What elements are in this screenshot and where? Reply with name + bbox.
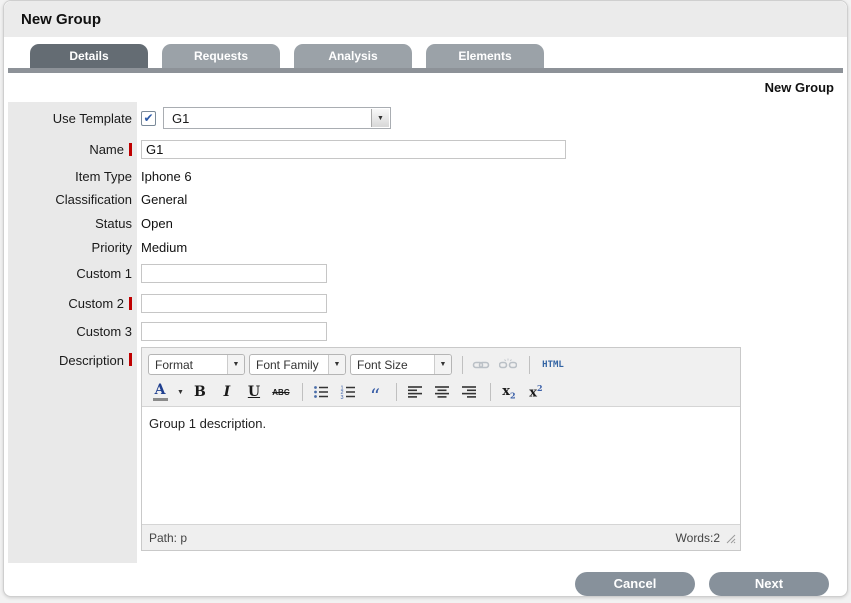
align-left-icon[interactable]	[403, 382, 427, 402]
toolbar-separator	[396, 383, 397, 401]
name-input[interactable]	[141, 140, 566, 159]
name-label: Name	[8, 134, 137, 165]
custom-3-input[interactable]	[141, 322, 327, 341]
resize-grip-icon[interactable]	[724, 532, 736, 544]
name-row: Name	[8, 134, 843, 165]
editor-status-bar: Path: p Words:2	[142, 524, 740, 550]
superscript-icon[interactable]: x2	[524, 382, 548, 402]
page-title: New Group	[21, 11, 101, 28]
next-button[interactable]: Next	[709, 572, 829, 596]
html-source-button[interactable]: HTML	[536, 355, 570, 375]
unlink-icon[interactable]	[496, 355, 520, 375]
chevron-down-icon[interactable]: ▼	[177, 389, 184, 396]
toolbar-separator	[529, 356, 530, 374]
chevron-down-icon: ▼	[328, 355, 345, 374]
classification-label: Classification	[8, 188, 137, 211]
template-select-value: G1	[172, 111, 189, 126]
toolbar-separator	[462, 356, 463, 374]
blockquote-icon[interactable]: “	[363, 382, 387, 402]
footer-actions: Cancel Next	[4, 572, 829, 596]
tab-bar: Details Requests Analysis Elements	[30, 44, 847, 68]
custom-1-input[interactable]	[141, 264, 327, 283]
tab-elements[interactable]: Elements	[426, 44, 544, 68]
editor-path: Path: p	[149, 531, 187, 545]
custom-2-input[interactable]	[141, 294, 327, 313]
editor-toolbar: Format ▼ Font Family ▼ Font Size ▼	[142, 348, 740, 407]
description-rich-text-editor: Format ▼ Font Family ▼ Font Size ▼	[141, 347, 741, 551]
required-marker	[129, 143, 132, 156]
bold-icon[interactable]: B	[188, 382, 212, 402]
bullet-list-icon[interactable]	[309, 382, 333, 402]
numbered-list-icon[interactable]: 123	[336, 382, 360, 402]
chevron-down-icon: ▼	[227, 355, 244, 374]
priority-label: Priority	[8, 235, 137, 259]
editor-word-count: Words:2	[676, 531, 720, 545]
new-group-window: New Group Details Requests Analysis Elem…	[3, 0, 848, 597]
priority-row: Priority Medium	[8, 235, 843, 259]
tab-analysis[interactable]: Analysis	[294, 44, 412, 68]
align-center-icon[interactable]	[430, 382, 454, 402]
check-icon: ✔	[143, 112, 153, 124]
section-heading: New Group	[4, 80, 834, 96]
italic-icon[interactable]: I	[215, 382, 239, 402]
custom-2-row: Custom 2	[8, 288, 843, 318]
item-type-row: Item Type Iphone 6	[8, 165, 843, 188]
align-right-icon[interactable]	[457, 382, 481, 402]
tab-details[interactable]: Details	[30, 44, 148, 68]
required-marker	[129, 297, 132, 310]
item-type-value: Iphone 6	[141, 169, 192, 184]
classification-value: General	[141, 192, 187, 207]
required-marker	[129, 353, 132, 366]
cancel-button[interactable]: Cancel	[575, 572, 695, 596]
status-value: Open	[141, 216, 173, 231]
classification-row: Classification General	[8, 188, 843, 211]
strikethrough-icon[interactable]: ABC	[269, 382, 293, 402]
template-select[interactable]: G1 ▼	[163, 107, 391, 129]
toolbar-separator	[490, 383, 491, 401]
use-template-label: Use Template	[8, 102, 137, 134]
underline-icon[interactable]: U	[242, 382, 266, 402]
svg-text:3: 3	[340, 395, 343, 400]
chevron-down-icon: ▼	[371, 109, 389, 127]
format-select[interactable]: Format ▼	[148, 354, 245, 375]
description-row: Description Format ▼ Font Family ▼	[8, 345, 843, 563]
status-label: Status	[8, 211, 137, 235]
link-icon[interactable]	[469, 355, 493, 375]
status-row: Status Open	[8, 211, 843, 235]
description-label: Description	[8, 345, 137, 563]
editor-content-area[interactable]: Group 1 description.	[142, 407, 740, 524]
use-template-row: Use Template ✔ G1 ▼	[8, 102, 843, 134]
window-header: New Group	[4, 1, 847, 37]
subscript-icon[interactable]: x2	[497, 382, 521, 402]
custom-1-row: Custom 1	[8, 259, 843, 288]
toolbar-separator	[302, 383, 303, 401]
chevron-down-icon: ▼	[434, 355, 451, 374]
font-color-icon[interactable]: A	[148, 382, 172, 402]
priority-value: Medium	[141, 240, 187, 255]
custom-3-row: Custom 3	[8, 318, 843, 345]
font-size-select[interactable]: Font Size ▼	[350, 354, 452, 375]
tab-requests[interactable]: Requests	[162, 44, 280, 68]
font-family-select[interactable]: Font Family ▼	[249, 354, 346, 375]
tab-underline	[8, 68, 843, 73]
item-type-label: Item Type	[8, 165, 137, 188]
custom-2-label: Custom 2	[8, 288, 137, 318]
custom-1-label: Custom 1	[8, 259, 137, 288]
use-template-checkbox[interactable]: ✔	[141, 111, 156, 126]
new-group-form: Use Template ✔ G1 ▼ Name Item T	[8, 102, 843, 563]
custom-3-label: Custom 3	[8, 318, 137, 345]
